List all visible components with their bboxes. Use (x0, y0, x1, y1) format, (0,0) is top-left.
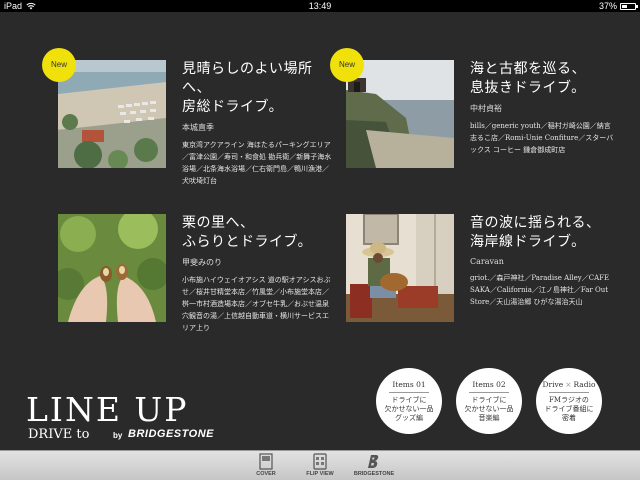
status-bar: iPad 13:49 37% (0, 0, 640, 12)
photo-coast-cliff[interactable] (346, 60, 454, 168)
card-author: 中村貞裕 (470, 104, 502, 113)
card-title: 栗の里へ、 ふらりとドライブ。 (182, 214, 332, 252)
card-description: 小布施ハイウェイオアシス 道の駅オアシスおぶせ／桜井甘精堂本店／竹風堂／小布施堂… (182, 276, 331, 332)
cover-icon (259, 453, 273, 470)
card-author: 本城直季 (182, 123, 214, 132)
flip-view-icon (313, 453, 327, 470)
card-text: 音の波に揺られる、 海岸線ドライブ。 Caravan griot.／森戸神社／P… (470, 214, 620, 308)
button-line: 密着 (562, 414, 576, 422)
heading-separator: × (565, 380, 572, 389)
card-title-line1: 海と古都を巡る、 (470, 61, 586, 77)
bridgestone-logo: BRIDGESTONE (128, 428, 214, 440)
bridgestone-button[interactable]: BRIDGESTONE (344, 453, 404, 477)
card-text: 栗の里へ、 ふらりとドライブ。 甲斐みのり 小布施ハイウェイオアシス 道の駅オア… (182, 214, 332, 334)
button-line: 欠かせない一品 (384, 405, 434, 413)
battery-icon (620, 2, 638, 10)
article-card-boso[interactable]: New 見晴らしのよい場所へ、 房総ドライブ。 本城直季 東京湾アクアライン 海… (42, 48, 338, 190)
new-badge: New (330, 48, 364, 82)
button-heading: Items 01 (376, 380, 442, 389)
bottom-toolbar: COVER FLIP VIEW BRIDGESTONE (0, 450, 640, 480)
page-title: LINE UP (26, 390, 189, 429)
items-02-music-button[interactable]: Items 02 ドライブに 欠かせない一品 音楽編 (456, 368, 522, 434)
battery-percent: 37% (598, 1, 617, 11)
card-title-line1: 音の波に揺られる、 (470, 215, 601, 231)
button-heading-text: Items 02 (472, 380, 506, 389)
divider (549, 392, 589, 393)
article-card-caravan[interactable]: 音の波に揺られる、 海岸線ドライブ。 Caravan griot.／森戸神社／P… (346, 214, 626, 344)
flip-view-label: FLIP VIEW (306, 471, 334, 477)
cover-label: COVER (256, 471, 276, 477)
divider (469, 392, 509, 393)
by-label: by (113, 431, 123, 440)
new-badge: New (42, 48, 76, 82)
cover-button[interactable]: COVER (236, 453, 296, 477)
card-title-line1: 見晴らしのよい場所へ、 (182, 61, 313, 96)
card-description: 東京湾アクアライン 海ほたるパーキングエリア／富津公園／寿司・和食処 勘兵衛／新… (182, 141, 332, 185)
button-line: グッズ編 (395, 414, 423, 422)
clock: 13:49 (308, 1, 332, 11)
bridgestone-icon (368, 455, 379, 468)
card-title-line2: ふらりとドライブ。 (182, 234, 313, 250)
button-heading: Items 02 (456, 380, 522, 389)
card-description: bills／generic youth／稲村ガ崎公園／納言 志るこ店／Romi-… (470, 122, 614, 154)
article-card-obuse[interactable]: 栗の里へ、 ふらりとドライブ。 甲斐みのり 小布施ハイウェイオアシス 道の駅オア… (58, 214, 338, 344)
photo-chestnut-hands[interactable] (58, 214, 166, 322)
battery-indicator: 37% (598, 0, 638, 12)
button-heading-text-b: Radio (573, 380, 596, 389)
card-title: 見晴らしのよい場所へ、 房総ドライブ。 (182, 60, 332, 117)
card-description: griot.／森戸神社／Paradise Alley／CAFE SAKA／Cal… (470, 274, 610, 306)
card-title: 音の波に揺られる、 海岸線ドライブ。 (470, 214, 620, 252)
button-heading: Drive × Radio (536, 380, 602, 389)
photo-musician-guitar[interactable] (346, 214, 454, 322)
button-line: 欠かせない一品 (464, 405, 514, 413)
card-title-line2: 息抜きドライブ。 (470, 80, 586, 96)
drive-radio-button[interactable]: Drive × Radio FMラジオの ドライブ番組に 密着 (536, 368, 602, 434)
card-author: 甲斐みのり (182, 258, 222, 267)
card-author: Caravan (470, 257, 504, 266)
button-line: ドライブ番組に (544, 405, 594, 413)
battery-fill (622, 4, 627, 8)
button-line: ドライブに (391, 396, 427, 404)
lineup-page: New 見晴らしのよい場所へ、 房総ドライブ。 本城直季 東京湾アクアライン 海… (0, 12, 640, 450)
card-title-line1: 栗の里へ、 (182, 215, 255, 231)
flip-view-button[interactable]: FLIP VIEW (290, 453, 350, 477)
card-title-line2: 海岸線ドライブ。 (470, 234, 586, 250)
bridgestone-label: BRIDGESTONE (353, 471, 395, 477)
card-text: 見晴らしのよい場所へ、 房総ドライブ。 本城直季 東京湾アクアライン 海ほたるパ… (182, 60, 332, 187)
photo-beach-parking[interactable] (58, 60, 166, 168)
button-line: ドライブに (471, 396, 507, 404)
card-title: 海と古都を巡る、 息抜きドライブ。 (470, 60, 620, 98)
button-line: FMラジオの (549, 396, 589, 404)
divider (389, 392, 429, 393)
page-subtitle: DRIVE to (28, 427, 90, 442)
article-card-kamakura[interactable]: New 海と古都を巡る、 息抜きドライブ。 中村貞裕 bills／generic… (330, 48, 626, 190)
items-01-goods-button[interactable]: Items 01 ドライブに 欠かせない一品 グッズ編 (376, 368, 442, 434)
card-text: 海と古都を巡る、 息抜きドライブ。 中村貞裕 bills／generic you… (470, 60, 620, 156)
button-heading-text: Items 01 (392, 380, 426, 389)
button-heading-text: Drive (542, 380, 564, 389)
button-line: 音楽編 (478, 414, 500, 422)
card-title-line2: 房総ドライブ。 (182, 99, 284, 115)
